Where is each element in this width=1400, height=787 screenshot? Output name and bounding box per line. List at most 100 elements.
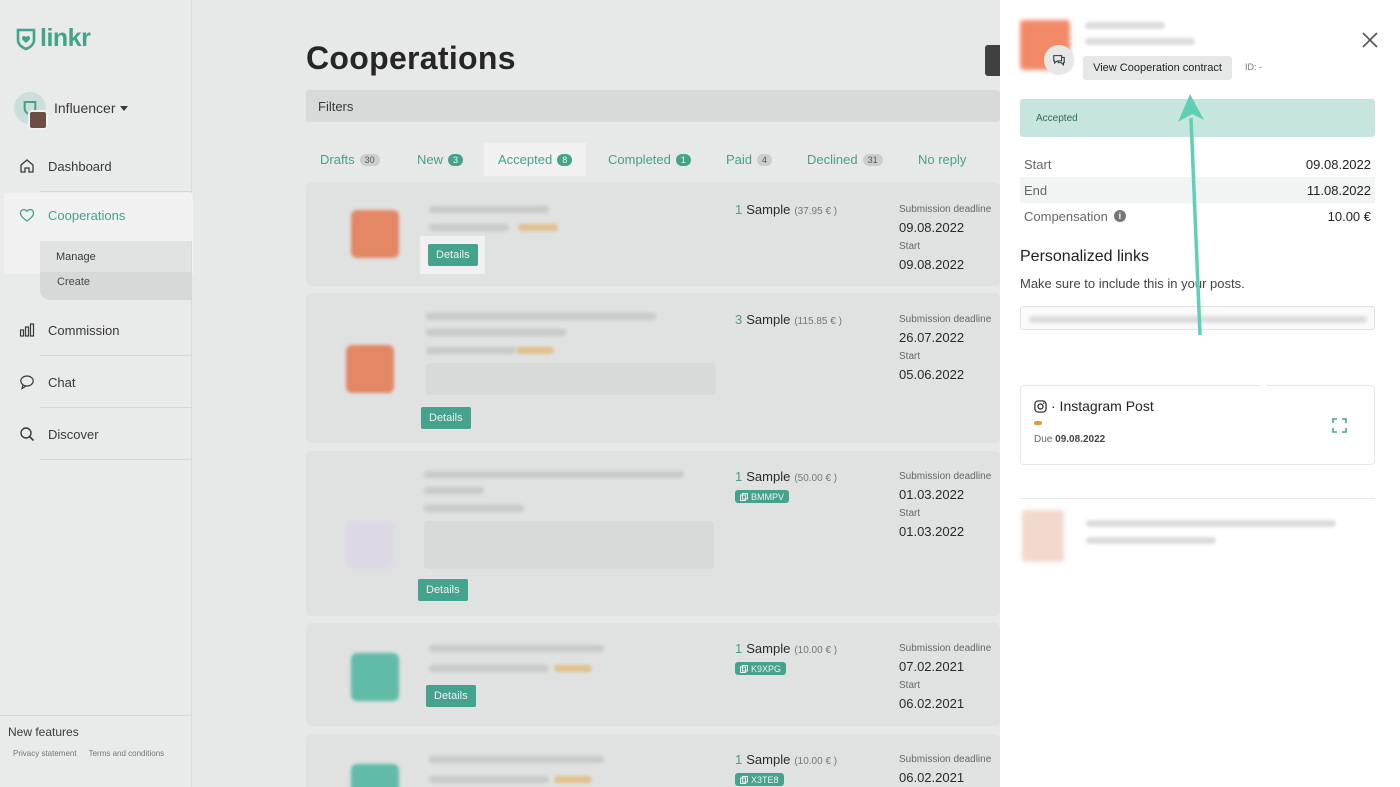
start-label: Start — [899, 508, 921, 519]
discount-code-badge[interactable]: BMMPV — [735, 490, 790, 503]
cooperation-id: ID: - — [1245, 62, 1262, 72]
tab-count: 1 — [675, 153, 691, 166]
cooperation-card[interactable]: Details 1 Sample (50.00 € ) BMMPV Submissi… — [306, 451, 1000, 616]
start-value: 09.08.2022 — [899, 257, 965, 272]
compensation-label: Compensation — [1024, 208, 1108, 224]
status-dot — [1034, 421, 1042, 425]
status-tabs: Drafts 30 New 3 Accepted 8 Completed 1 P… — [306, 143, 1000, 176]
due-date: Due 09.08.2022 — [1034, 434, 1106, 445]
start-value: 01.03.2022 — [899, 524, 965, 539]
avatar — [14, 92, 48, 130]
cooperation-card[interactable]: Details 1 Sample (37.95 € ) Submission dea… — [306, 182, 1000, 286]
deadline-label: Submission deadline — [899, 754, 992, 765]
tab-accepted[interactable]: Accepted 8 — [484, 143, 587, 176]
discount-code-badge[interactable]: X3TE8 — [735, 773, 784, 786]
deadline-value: 26.07.2022 — [899, 330, 965, 345]
instagram-post-card[interactable] — [1020, 385, 1375, 465]
discount-code-badge[interactable]: K9XPG — [735, 662, 787, 675]
sidebar-item-chat[interactable]: Chat — [0, 356, 192, 408]
product-thumbnail — [346, 521, 394, 569]
annotation-arrow — [1178, 94, 1204, 336]
copy-icon — [740, 664, 748, 673]
sidebar-item-dashboard[interactable]: Dashboard — [0, 140, 192, 192]
discount-code: K9XPG — [751, 663, 782, 674]
start-label: Start — [899, 351, 921, 362]
submenu-manage[interactable]: Manage — [40, 241, 191, 272]
tab-label: Drafts — [320, 152, 355, 167]
cooperation-card[interactable]: 1 Sample (10.00 € ) X3TE8 Submission deadl… — [306, 734, 1000, 787]
annotation-line: Influencer — [1198, 343, 1289, 364]
view-contract-button[interactable]: View Cooperation contract — [1083, 56, 1232, 80]
logo-text: linkr — [40, 24, 91, 52]
tab-count: 3 — [448, 153, 464, 166]
sample-info: 1 Sample (10.00 € ) — [735, 752, 838, 767]
details-button[interactable]: Details — [428, 244, 478, 266]
filters-bar[interactable]: Filters — [306, 90, 1000, 122]
header-button-edge[interactable] — [985, 45, 1000, 76]
details-button[interactable]: Details — [421, 407, 471, 429]
sample-info: 1 Sample (50.00 € ) — [735, 469, 838, 484]
personalized-links-title: Personalized links — [1020, 248, 1149, 265]
expand-icon[interactable] — [1332, 418, 1347, 433]
tab-declined[interactable]: Declined 31 — [807, 143, 883, 176]
tab-paid[interactable]: Paid 4 — [726, 143, 773, 176]
sidebar-item-label: Chat — [48, 374, 76, 390]
discount-code: BMMPV — [751, 491, 785, 502]
sidebar-item-label: Commission — [48, 322, 120, 338]
profile-switcher[interactable]: Influencer — [14, 92, 129, 130]
start-value: 09.08.2022 — [1305, 156, 1371, 172]
sample-info: 1 Sample (10.00 € ) — [735, 641, 838, 656]
chat-icon — [1053, 55, 1065, 67]
sidebar-item-discover[interactable]: Discover — [0, 408, 192, 460]
tab-new[interactable]: New 3 — [417, 143, 464, 176]
sidebar-item-label: Dashboard — [48, 158, 112, 174]
copy-icon — [740, 492, 748, 501]
user-avatar-image — [28, 110, 48, 130]
close-icon[interactable] — [1360, 30, 1380, 50]
post-type-label: · Instagram Post — [1051, 398, 1154, 414]
chat-button[interactable] — [1044, 45, 1074, 75]
deadline-label: Submission deadline — [899, 471, 992, 482]
details-button[interactable]: Details — [426, 685, 476, 707]
linkr-logo[interactable]: linkr — [14, 24, 91, 53]
sidebar: linkr Influencer Dashboard Cooperations … — [0, 0, 195, 787]
deadline-value: 01.03.2022 — [899, 487, 965, 502]
caret-down-icon — [120, 105, 129, 111]
submenu-create[interactable]: Create — [57, 276, 90, 288]
details-button[interactable]: Details — [418, 579, 468, 601]
privacy-link[interactable]: Privacy statement — [13, 749, 77, 758]
sample-info: 3 Sample (115.85 € ) — [735, 312, 842, 327]
tab-completed[interactable]: Completed 1 — [608, 143, 691, 176]
tab-label: Accepted — [498, 152, 553, 167]
heart-shield-icon — [16, 28, 36, 50]
main-content: Cooperations Filters Drafts 30 New 3 Acc… — [193, 0, 1000, 787]
start-label: Start — [1024, 156, 1052, 172]
tab-no-reply[interactable]: No reply — [918, 143, 966, 176]
product-thumbnail — [351, 764, 399, 787]
info-icon[interactable]: i — [1113, 210, 1126, 222]
compensation-value: 10.00 € — [1327, 208, 1371, 224]
sidebar-item-cooperations[interactable]: Cooperations — [18, 206, 125, 224]
chat-icon — [18, 373, 36, 391]
start-label: Start — [899, 680, 921, 691]
tab-drafts[interactable]: Drafts 30 — [320, 143, 380, 176]
deadline-label: Submission deadline — [899, 643, 992, 654]
terms-link[interactable]: Terms and conditions — [89, 749, 165, 758]
end-value: 11.08.2022 — [1306, 182, 1371, 198]
tab-count: 30 — [359, 153, 380, 166]
tab-label: No reply — [918, 152, 967, 167]
cooperation-card[interactable]: Details 1 Sample (10.00 € ) K9XPG Submissi… — [306, 623, 1000, 726]
page-title: Cooperations — [306, 40, 516, 76]
instagram-icon — [1034, 399, 1047, 413]
deadline-label: Submission deadline — [899, 314, 992, 325]
product-thumbnail — [351, 653, 399, 701]
start-value: 05.06.2022 — [899, 367, 965, 382]
sidebar-item-commission[interactable]: Commission — [0, 304, 192, 356]
product-thumbnail — [1022, 510, 1064, 562]
tab-label: Paid — [726, 152, 753, 167]
sample-info: 1 Sample (37.95 € ) — [735, 202, 838, 217]
new-features-link[interactable]: New features — [8, 725, 79, 739]
heart-icon — [18, 206, 36, 224]
tab-count: 31 — [862, 153, 883, 166]
cooperation-card[interactable]: Details 3 Sample (115.85 € ) Submission de… — [306, 293, 1000, 443]
